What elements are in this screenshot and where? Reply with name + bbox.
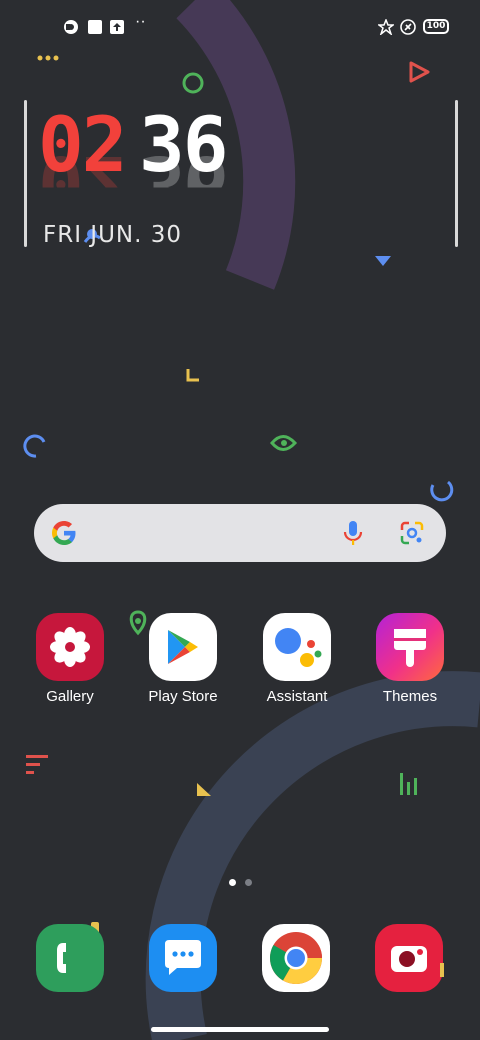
google-logo-icon	[52, 521, 76, 545]
assistant-label: Assistant	[266, 688, 328, 705]
status-upload-icon	[109, 19, 125, 35]
play-store-icon	[149, 613, 217, 681]
dock-camera[interactable]	[375, 924, 443, 992]
battery-indicator: 100	[423, 19, 449, 34]
app-play-store[interactable]: Play Store	[128, 613, 238, 705]
gallery-icon	[36, 613, 104, 681]
page-indicator-dot-1[interactable]	[229, 879, 236, 886]
gallery-label: Gallery	[46, 688, 94, 705]
clock-right-bar	[455, 100, 458, 247]
camera-icon	[391, 946, 427, 972]
dock-chrome[interactable]	[262, 924, 330, 992]
app-themes[interactable]: Themes	[355, 613, 465, 705]
messages-icon	[165, 940, 201, 975]
assistant-icon	[263, 613, 331, 681]
clock-date[interactable]: FRI JUN. 30	[43, 222, 182, 248]
dock-messages[interactable]	[149, 924, 217, 992]
status-app-icon	[63, 19, 79, 35]
gesture-nav-bar[interactable]	[151, 1027, 329, 1032]
dock-phone[interactable]	[36, 924, 104, 992]
clock-left-bar	[24, 100, 27, 247]
app-gallery[interactable]: Gallery	[15, 613, 125, 705]
page-indicator-dot-2[interactable]	[245, 879, 252, 886]
voice-search-icon[interactable]	[342, 520, 364, 546]
google-lens-icon[interactable]	[400, 521, 424, 545]
chrome-icon	[270, 932, 322, 984]
dock-camera-accent	[440, 963, 444, 977]
google-search-bar[interactable]	[34, 504, 446, 562]
app-assistant[interactable]: Assistant	[242, 613, 352, 705]
themes-label: Themes	[382, 688, 438, 705]
status-nfc-icon	[400, 19, 416, 35]
phone-icon	[57, 943, 66, 973]
status-flower-icon	[376, 17, 396, 37]
play-store-label: Play Store	[148, 688, 218, 705]
status-square-icon	[87, 19, 103, 35]
status-more-dots: ··	[135, 13, 146, 30]
themes-icon	[376, 613, 444, 681]
